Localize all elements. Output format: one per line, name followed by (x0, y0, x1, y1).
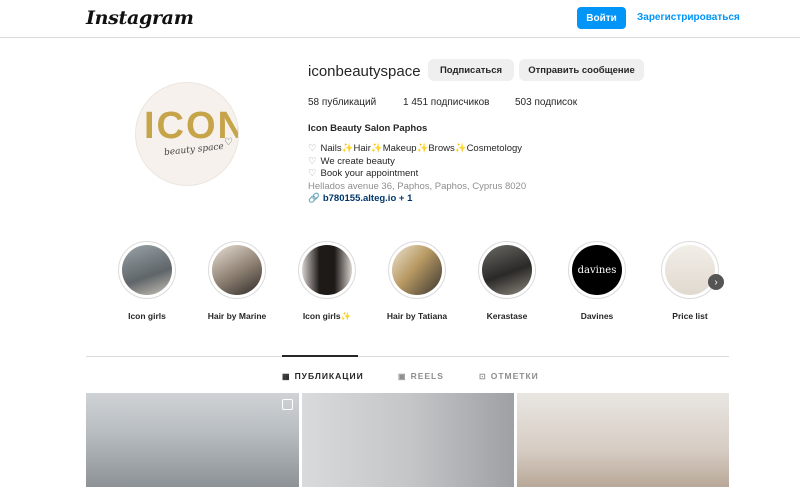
story-highlight[interactable]: Icon girls✨ (287, 241, 367, 322)
tab-reels[interactable]: ▣ REELS (398, 371, 444, 381)
chevron-right-icon[interactable]: › (708, 274, 724, 290)
bio-address: Hellados avenue 36, Paphos, Paphos, Cypr… (308, 181, 527, 192)
carousel-icon (282, 399, 293, 410)
tab-posts[interactable]: ▦ ПУБЛИКАЦИИ (282, 371, 364, 381)
tab-tagged[interactable]: ⊡ ОТМЕТКИ (479, 371, 539, 381)
bio-line: ♡ Nails✨Hair✨Makeup✨Brows✨Cosmetology (308, 143, 522, 154)
signup-link[interactable]: Зарегистрироваться (637, 12, 740, 23)
highlight-thumbnail (212, 245, 262, 295)
tab-posts-label: ПУБЛИКАЦИИ (294, 371, 364, 381)
tab-tagged-label: ОТМЕТКИ (490, 371, 539, 381)
story-highlight[interactable]: Icon girls (107, 241, 187, 321)
highlight-thumbnail: davines (572, 245, 622, 295)
highlight-ring[interactable] (298, 241, 356, 299)
highlight-thumbnail (302, 245, 352, 295)
grid-icon: ▦ (282, 371, 291, 381)
story-highlight[interactable]: Hair by Marine (197, 241, 277, 321)
highlight-thumbnail (122, 245, 172, 295)
story-highlight[interactable]: Kerastase (467, 241, 547, 321)
highlight-ring[interactable] (208, 241, 266, 299)
highlight-ring[interactable] (661, 241, 719, 299)
active-tab-indicator (282, 355, 358, 357)
profile-username: iconbeautyspace (308, 63, 421, 80)
highlight-thumbnail (392, 245, 442, 295)
send-message-button[interactable]: Отправить сообщение (519, 59, 644, 81)
profile-avatar[interactable]: ICON beauty space ♡ (135, 82, 239, 186)
highlight-label: Price list (672, 311, 708, 321)
bio-full-name: Icon Beauty Salon Paphos (308, 123, 428, 134)
bio-link-text[interactable]: b780155.alteg.io + 1 (323, 193, 413, 204)
chain-link-icon: 🔗 (308, 193, 320, 204)
bio-line: ♡ Book your appointment (308, 168, 418, 179)
post-thumbnail[interactable] (517, 393, 729, 487)
highlight-label: Icon girls (128, 311, 166, 321)
story-highlight[interactable]: Hair by Tatiana (377, 241, 457, 321)
highlight-ring[interactable] (478, 241, 536, 299)
bio-line: ♡ We create beauty (308, 156, 395, 167)
posts-count: 58 публикаций (308, 97, 377, 108)
highlight-label: Kerastase (486, 311, 528, 321)
highlight-ring[interactable]: davines (568, 241, 626, 299)
bio-line-text: Nails✨Hair✨Makeup✨Brows✨Cosmetology (320, 143, 523, 154)
post-thumbnail[interactable] (302, 393, 514, 487)
bio-line-text: We create beauty (320, 156, 395, 167)
bio-line-text: Book your appointment (320, 168, 419, 179)
story-highlight[interactable]: davines Davines (557, 241, 637, 321)
tabs-divider (86, 356, 729, 357)
tagged-icon: ⊡ (479, 371, 487, 381)
highlight-label: Hair by Marine (207, 311, 267, 321)
instagram-logo[interactable]: Instagram (86, 7, 194, 29)
avatar-heart-icon: ♡ (224, 137, 233, 148)
follow-button[interactable]: Подписаться (428, 59, 514, 81)
followers-count[interactable]: 1 451 подписчиков (403, 97, 489, 108)
following-count[interactable]: 503 подписок (515, 97, 577, 108)
heart-icon: ♡ (308, 168, 317, 179)
post-thumbnail[interactable] (86, 393, 299, 487)
highlight-ring[interactable] (118, 241, 176, 299)
highlight-label: Hair by Tatiana (386, 311, 448, 321)
heart-icon: ♡ (308, 143, 317, 154)
tab-reels-label: REELS (410, 371, 444, 381)
reels-icon: ▣ (398, 371, 407, 381)
highlight-label: Davines (580, 311, 614, 321)
highlight-thumbnail (482, 245, 532, 295)
highlight-ring[interactable] (388, 241, 446, 299)
heart-icon: ♡ (308, 156, 317, 167)
login-button[interactable]: Войти (577, 7, 626, 29)
davines-logo-text: davines (577, 264, 617, 276)
top-navigation-bar: Instagram Войти Зарегистрироваться (0, 0, 800, 38)
bio-link[interactable]: 🔗 b780155.alteg.io + 1 (308, 193, 412, 204)
highlight-thumbnail (665, 245, 715, 295)
highlight-label: Icon girls✨ (302, 311, 352, 321)
